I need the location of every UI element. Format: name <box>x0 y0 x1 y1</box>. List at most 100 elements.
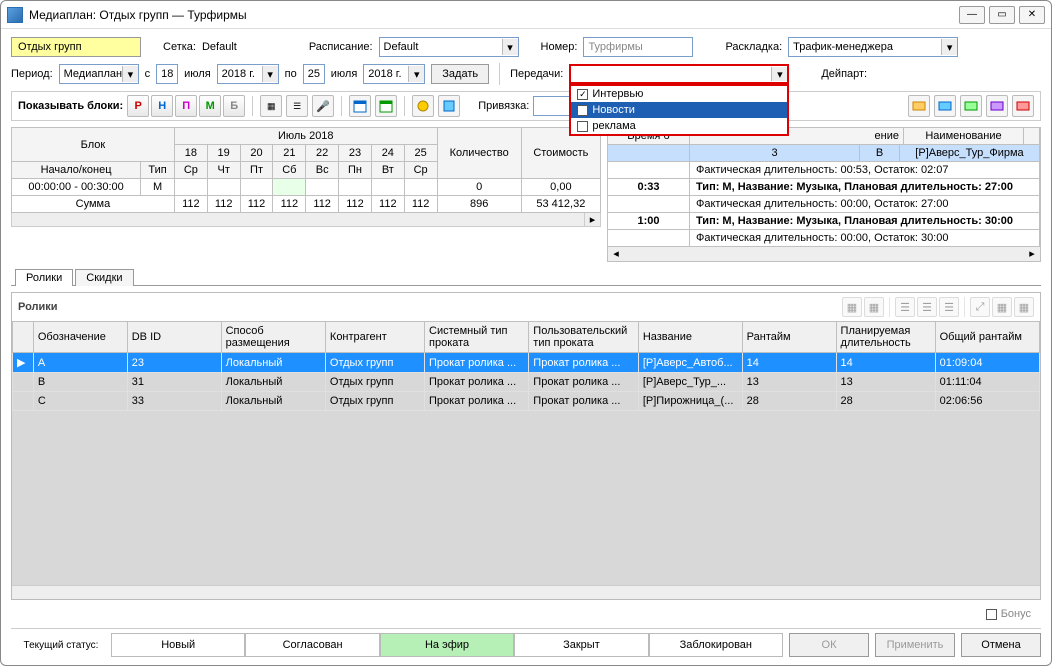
mic-icon[interactable]: 🎤 <box>312 95 334 117</box>
tool-a-icon[interactable] <box>412 95 434 117</box>
block-btn-М[interactable]: М <box>199 95 221 117</box>
cancel-button[interactable]: Отмена <box>961 633 1041 657</box>
roliki-col[interactable]: Системный тип проката <box>425 322 529 353</box>
tab-skidki[interactable]: Скидки <box>75 269 133 286</box>
timeline-row[interactable]: 1:00Тип: М, Название: Музыка, Плановая д… <box>608 213 1040 230</box>
period-mode-combo[interactable]: Медиаплан▾ <box>59 64 139 84</box>
right-panel: Время б ение Наименование 3 В [Р]Аверс_Т… <box>607 127 1041 262</box>
roliki-tool-5-icon[interactable]: ☰ <box>939 297 959 317</box>
block-btn-Р[interactable]: Р <box>127 95 149 117</box>
peredachi-option[interactable]: реклама <box>571 118 787 134</box>
main-window: Медиаплан: Отдых групп — Турфирмы — ▭ ✕ … <box>0 0 1052 666</box>
cell-type[interactable]: М <box>141 179 175 196</box>
block-btn-Н[interactable]: Н <box>151 95 173 117</box>
roliki-tool-4-icon[interactable]: ☰ <box>917 297 937 317</box>
block-btn-П[interactable]: П <box>175 95 197 117</box>
timeline-grid[interactable]: Время б ение Наименование 3 В [Р]Аверс_Т… <box>607 127 1041 262</box>
to-day[interactable] <box>303 64 325 84</box>
raspisanie-label: Расписание: <box>309 41 373 53</box>
tool-b-icon[interactable] <box>438 95 460 117</box>
close-button[interactable]: ✕ <box>1019 6 1045 24</box>
timeline-row[interactable]: Фактическая длительность: 00:53, Остаток… <box>608 162 1040 179</box>
rasklad-label: Раскладка: <box>725 41 782 53</box>
from-day[interactable] <box>156 64 178 84</box>
roliki-col[interactable]: Пользовательский тип проката <box>529 322 639 353</box>
tab-roliki[interactable]: Ролики <box>15 269 73 286</box>
roliki-col[interactable]: Контрагент <box>325 322 424 353</box>
roliki-tool-1-icon[interactable]: ▦ <box>842 297 862 317</box>
col-start-end: Начало/конец <box>12 162 141 179</box>
peredachi-option[interactable]: ✓Интервью <box>571 86 787 102</box>
peredachi-option[interactable]: Новости <box>571 102 787 118</box>
timeline-row[interactable]: Фактическая длительность: 00:00, Остаток… <box>608 196 1040 213</box>
ok-button[interactable]: ОК <box>789 633 869 657</box>
list-icon[interactable]: ☰ <box>286 95 308 117</box>
roliki-col[interactable]: Способ размещения <box>221 322 325 353</box>
right-tool-4-icon[interactable] <box>986 95 1008 117</box>
status-0[interactable]: Новый <box>111 633 245 657</box>
roliki-table[interactable]: ОбозначениеDB IDСпособ размещенияКонтраг… <box>12 321 1040 411</box>
roliki-col[interactable]: Название <box>638 322 742 353</box>
status-1[interactable]: Согласован <box>245 633 379 657</box>
sum-cost: 53 412,32 <box>521 196 600 213</box>
roliki-tool-7-icon[interactable]: ▦ <box>992 297 1012 317</box>
bonus-checkbox[interactable] <box>986 609 997 620</box>
sum-cell: 112 <box>371 196 404 213</box>
roliki-row[interactable]: C33ЛокальныйОтдых группПрокат ролика ...… <box>13 392 1040 411</box>
calendar-icon[interactable] <box>349 95 371 117</box>
peredachi-label: Передачи: <box>510 68 563 80</box>
maximize-button[interactable]: ▭ <box>989 6 1015 24</box>
day-header: 19 <box>207 145 240 162</box>
raspisanie-combo[interactable]: Default▾ <box>379 37 519 57</box>
dow-header: Чт <box>207 162 240 179</box>
rasklad-combo[interactable]: Трафик-менеджера▾ <box>788 37 958 57</box>
timeline-row[interactable]: Фактическая длительность: 00:00, Остаток… <box>608 230 1040 247</box>
roliki-col[interactable]: Планируемая длительность <box>836 322 935 353</box>
grid-icon[interactable]: ▦ <box>260 95 282 117</box>
roliki-tool-2-icon[interactable]: ▦ <box>864 297 884 317</box>
roliki-tool-6-icon[interactable]: ⤢ <box>970 297 990 317</box>
set-button[interactable]: Задать <box>431 64 489 84</box>
roliki-col[interactable]: Обозначение <box>33 322 127 353</box>
roliki-col[interactable]: Общий рантайм <box>935 322 1039 353</box>
roliki-col[interactable] <box>13 322 34 353</box>
minimize-button[interactable]: — <box>959 6 985 24</box>
roliki-tool-3-icon[interactable]: ☰ <box>895 297 915 317</box>
sum-cell: 112 <box>339 196 372 213</box>
to-year-combo[interactable]: 2018 г.▾ <box>363 64 425 84</box>
setka-value: Default <box>202 41 237 53</box>
cell-time[interactable]: 00:00:00 - 00:30:00 <box>12 179 141 196</box>
peredachi-combo[interactable]: ▾ <box>569 64 789 84</box>
col-r: [Р]Аверс_Тур_Фирма <box>900 145 1040 162</box>
roliki-col[interactable]: Рантайм <box>742 322 836 353</box>
apply-button[interactable]: Применить <box>875 633 955 657</box>
roliki-col[interactable]: DB ID <box>127 322 221 353</box>
day-header: 25 <box>404 145 437 162</box>
status-4[interactable]: Заблокирован <box>649 633 783 657</box>
schedule-grid[interactable]: Блок Июль 2018 Количество Стоимость 1819… <box>11 127 601 213</box>
roliki-row[interactable]: B31ЛокальныйОтдых группПрокат ролика ...… <box>13 373 1040 392</box>
period-label: Период: <box>11 68 53 80</box>
calendar2-icon[interactable] <box>375 95 397 117</box>
roliki-row[interactable]: ▶A23ЛокальныйОтдых группПрокат ролика ..… <box>13 353 1040 373</box>
block-btn-Б[interactable]: Б <box>223 95 245 117</box>
sum-qty: 896 <box>437 196 521 213</box>
day-header: 23 <box>339 145 372 162</box>
roliki-hscroll[interactable] <box>12 585 1040 599</box>
nomer-input[interactable] <box>583 37 693 57</box>
to-month: июля <box>331 68 358 80</box>
status-2[interactable]: На эфир <box>380 633 514 657</box>
privyazka-label: Привязка: <box>478 100 529 112</box>
blocks-toolbar: Показывать блоки: РНПМБ ▦ ☰ 🎤 Привязка: … <box>11 91 1041 121</box>
col-name: Наименование <box>904 128 1024 145</box>
right-tool-1-icon[interactable] <box>908 95 930 117</box>
from-year-combo[interactable]: 2018 г.▾ <box>217 64 279 84</box>
timeline-row[interactable]: 0:33Тип: М, Название: Музыка, Плановая д… <box>608 179 1040 196</box>
right-tool-3-icon[interactable] <box>960 95 982 117</box>
left-panel: Блок Июль 2018 Количество Стоимость 1819… <box>11 127 601 262</box>
right-tool-2-icon[interactable] <box>934 95 956 117</box>
status-3[interactable]: Закрыт <box>514 633 648 657</box>
group-box: Отдых групп <box>11 37 141 57</box>
roliki-tool-8-icon[interactable]: ▦ <box>1014 297 1034 317</box>
right-tool-5-icon[interactable] <box>1012 95 1034 117</box>
